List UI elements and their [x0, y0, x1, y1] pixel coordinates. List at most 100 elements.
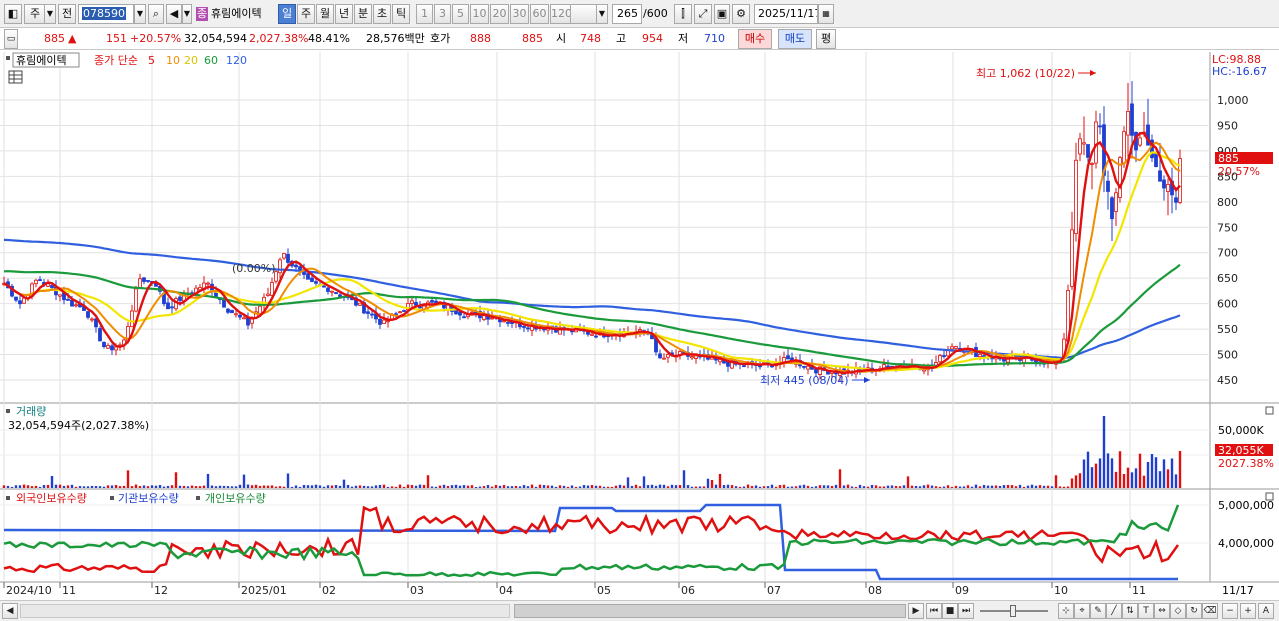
candle-body [330, 290, 334, 293]
interval-0[interactable]: 1 [416, 4, 433, 24]
scroll-track[interactable] [20, 604, 510, 618]
volume-bar [854, 486, 858, 488]
chart-scrollbar[interactable]: ◀ ▶ ⏮ ■ ⏭ ⊹ ⌖ ✎ ╱ ⇅ T ⇔ ◇ ↻ ⌫ − + A [0, 600, 1279, 621]
low: 710 [704, 32, 725, 45]
search-icon[interactable]: ⌕ [148, 4, 164, 24]
volume-bar [806, 485, 810, 488]
candle-body [270, 282, 274, 296]
interval-6[interactable]: 60 [530, 4, 549, 24]
volume-bar [526, 486, 530, 488]
volume-close-icon[interactable] [1265, 406, 1274, 415]
interval-1[interactable]: 3 [434, 4, 451, 24]
individual-handle-icon[interactable] [196, 496, 200, 500]
volume-bar [678, 485, 682, 488]
scroll-left-icon[interactable]: ◀ [2, 603, 18, 619]
last-page-icon[interactable]: ⏭ [958, 603, 974, 619]
volume-bar [1062, 486, 1066, 488]
split-icon[interactable]: ⇅ [1122, 603, 1138, 619]
first-page-icon[interactable]: ⏮ [926, 603, 942, 619]
code-input[interactable]: 078590 [78, 4, 134, 24]
gear-icon[interactable]: ⚙ [732, 4, 750, 24]
candle-body [942, 355, 946, 358]
interval-7[interactable]: 120 [550, 4, 572, 24]
interval-dropdown-icon[interactable]: ▼ [596, 4, 608, 24]
quote-toggle-icon[interactable]: ▭ [4, 29, 18, 49]
font-size-icon[interactable]: A [1258, 603, 1274, 619]
refresh-icon[interactable]: ↻ [1186, 603, 1202, 619]
volume-handle-icon[interactable] [6, 409, 10, 413]
speaker-icon[interactable]: ◀ [166, 4, 182, 24]
market-select[interactable]: 주 [24, 4, 46, 24]
candle-icon[interactable]: ⫿ [674, 4, 692, 24]
volume-bar [210, 485, 214, 488]
eval-button[interactable]: 평 [816, 29, 836, 49]
interval-2[interactable]: 5 [452, 4, 469, 24]
line-icon[interactable]: ╱ [1106, 603, 1122, 619]
count-input[interactable]: 265 [612, 4, 642, 24]
chevron-down-icon[interactable]: ▼ [44, 4, 56, 24]
zoom-slider-thumb[interactable] [1010, 605, 1016, 617]
cursor-icon[interactable]: ⊹ [1058, 603, 1074, 619]
volume-bar [730, 485, 734, 488]
period-0[interactable]: 일 [278, 4, 296, 24]
volume-bar [742, 486, 746, 488]
stock-chart[interactable]: 1,000950900850800750700650600550500450 2… [0, 50, 1279, 621]
zoom-out-icon[interactable]: − [1222, 603, 1238, 619]
volume-bar [826, 485, 830, 488]
prev-button[interactable]: 전 [58, 4, 76, 24]
date-input[interactable]: 2025/11/17 [754, 4, 818, 24]
period-6[interactable]: 틱 [392, 4, 410, 24]
interval-5[interactable]: 30 [510, 4, 529, 24]
volume-bar [222, 485, 226, 488]
scroll-thumb[interactable] [514, 604, 906, 618]
volume-bar [546, 485, 550, 488]
volume-bar [770, 484, 774, 488]
pen-icon[interactable]: ✎ [1090, 603, 1106, 619]
volume-bar [94, 485, 98, 488]
measure-icon[interactable]: ⇔ [1154, 603, 1170, 619]
volume-bar [778, 485, 782, 488]
sell-button[interactable]: 매도 [778, 29, 812, 49]
calendar-icon[interactable]: ▦ [818, 4, 834, 24]
erase-icon[interactable]: ⌫ [1202, 603, 1218, 619]
x-tick-label: 06 [681, 584, 695, 597]
stop-icon[interactable]: ■ [942, 603, 958, 619]
period-2[interactable]: 월 [316, 4, 334, 24]
candle-body [586, 331, 590, 335]
buy-button[interactable]: 매수 [738, 29, 772, 49]
volume-bar [1066, 486, 1070, 488]
volume-bar [1014, 486, 1018, 488]
candle-body [238, 314, 242, 318]
volume-bar [126, 470, 130, 488]
volume-bar [1042, 485, 1046, 488]
period-3[interactable]: 년 [335, 4, 353, 24]
scroll-right-icon[interactable]: ▶ [908, 603, 924, 619]
volume-bar [330, 485, 334, 488]
interval-4[interactable]: 20 [490, 4, 509, 24]
volume-bar [410, 485, 414, 488]
volume-bar [582, 485, 586, 488]
draw-icon[interactable]: ⤢ [694, 4, 712, 24]
candle-body [658, 353, 662, 359]
period-1[interactable]: 주 [297, 4, 315, 24]
interval-3[interactable]: 10 [470, 4, 489, 24]
speaker-dropdown-icon[interactable]: ▼ [182, 4, 192, 24]
period-4[interactable]: 분 [354, 4, 372, 24]
candle-body [594, 335, 598, 338]
high-label: 고 [616, 32, 627, 45]
text-icon[interactable]: T [1138, 603, 1154, 619]
crosshair-icon[interactable]: ⌖ [1074, 603, 1090, 619]
window-icon[interactable]: ◧ [4, 4, 22, 24]
period-5[interactable]: 초 [373, 4, 391, 24]
shape-icon[interactable]: ◇ [1170, 603, 1186, 619]
save-icon[interactable]: ▣ [714, 4, 730, 24]
volume-bar [354, 485, 358, 488]
holding-handle-icon[interactable] [6, 496, 10, 500]
code-dropdown-icon[interactable]: ▼ [134, 4, 146, 24]
institution-handle-icon[interactable] [110, 496, 114, 500]
table-icon[interactable] [8, 70, 23, 84]
zoom-in-icon[interactable]: + [1240, 603, 1256, 619]
interval-custom[interactable] [570, 4, 598, 24]
volume-bar [842, 485, 846, 488]
panel-handle-icon[interactable] [6, 56, 10, 60]
